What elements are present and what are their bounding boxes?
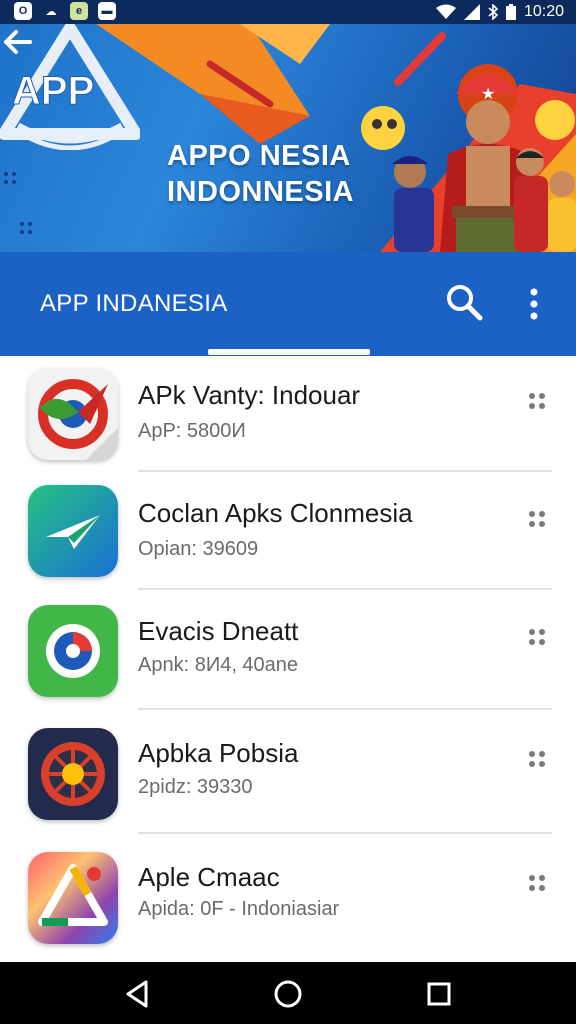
logo-mark-text: APP [12,69,94,113]
app-name: Apbka Pobsia [138,738,299,768]
list-item[interactable]: Coclan Apks Clonmesia Opian: 39609 [0,484,576,604]
row-divider [138,588,552,590]
app-icon-paper-plane [28,485,118,577]
app-meta: 2pidz: 39330 [138,776,253,798]
banner-title-line1: APPO NESIA [167,140,351,172]
ring-app-icon: O [14,2,32,20]
recents-icon[interactable] [422,977,456,1011]
tab-indicator [208,349,370,355]
bluetooth-icon [488,4,498,20]
hero-banner: ★ APP APPO NESIA INDONNESIA [0,24,576,252]
list-item[interactable]: Evacis Dneatt Apnk: 8И4, 40ane [0,604,576,724]
home-icon[interactable] [271,977,305,1011]
system-icons: 10:20 [435,0,564,24]
row-divider [138,832,552,834]
more-vertical-icon[interactable] [522,284,546,324]
list-item[interactable]: Aple Cmaac Apida: 0F - Indoniasiar [0,850,576,970]
status-time: 10:20 [523,3,564,20]
app-meta: ApP: 5800И [138,420,246,442]
banner-title: APPO NESIA INDONNESIA [167,138,354,210]
drag-handle-icon[interactable] [526,506,548,532]
list-item[interactable]: Apbka Pobsia 2pidz: 39330 [0,726,576,846]
app-icon-wheel [28,728,118,820]
app-icon-leaf [28,368,118,460]
row-divider [138,708,552,710]
app-name: Aple Cmaac [138,862,280,892]
notification-icons: O ☁ e ▬ [14,2,116,20]
banner-title-line2: INDONNESIA [167,176,355,208]
list-item[interactable]: APk Vanty: Indouar ApP: 5800И [0,366,576,486]
back-icon[interactable] [120,977,154,1011]
drag-handle-icon[interactable] [526,624,548,650]
app-meta: Apida: 0F - Indoniasiar [138,898,340,920]
row-divider [138,470,552,472]
navigation-bar [0,962,576,1024]
gallery-icon: e [70,2,88,20]
message-icon: ▬ [98,2,116,20]
battery-icon [505,4,516,20]
cloud-icon: ☁ [45,5,57,18]
drag-handle-icon[interactable] [526,388,548,414]
wifi-icon [435,4,456,19]
search-icon[interactable] [444,282,484,322]
app-icon-triangle [28,852,118,944]
app-toolbar: APP INDANESIA [0,252,576,356]
drag-handle-icon[interactable] [526,870,548,896]
app-list: APk Vanty: Indouar ApP: 5800И Coclan Apk… [0,356,576,962]
cell-signal-icon [463,4,480,20]
toolbar-title: APP INDANESIA [40,290,228,317]
app-name: Coclan Apks Clonmesia [138,498,413,528]
app-name: APk Vanty: Indouar [138,380,361,410]
app-name: Evacis Dneatt [138,616,299,646]
app-meta: Opian: 39609 [138,538,259,560]
status-bar: O ☁ e ▬ 10:20 [0,0,576,24]
drag-handle-icon[interactable] [526,746,548,772]
app-logo: APP [0,24,140,150]
app-icon-gauge [28,605,118,697]
app-meta: Apnk: 8И4, 40ane [138,654,299,676]
